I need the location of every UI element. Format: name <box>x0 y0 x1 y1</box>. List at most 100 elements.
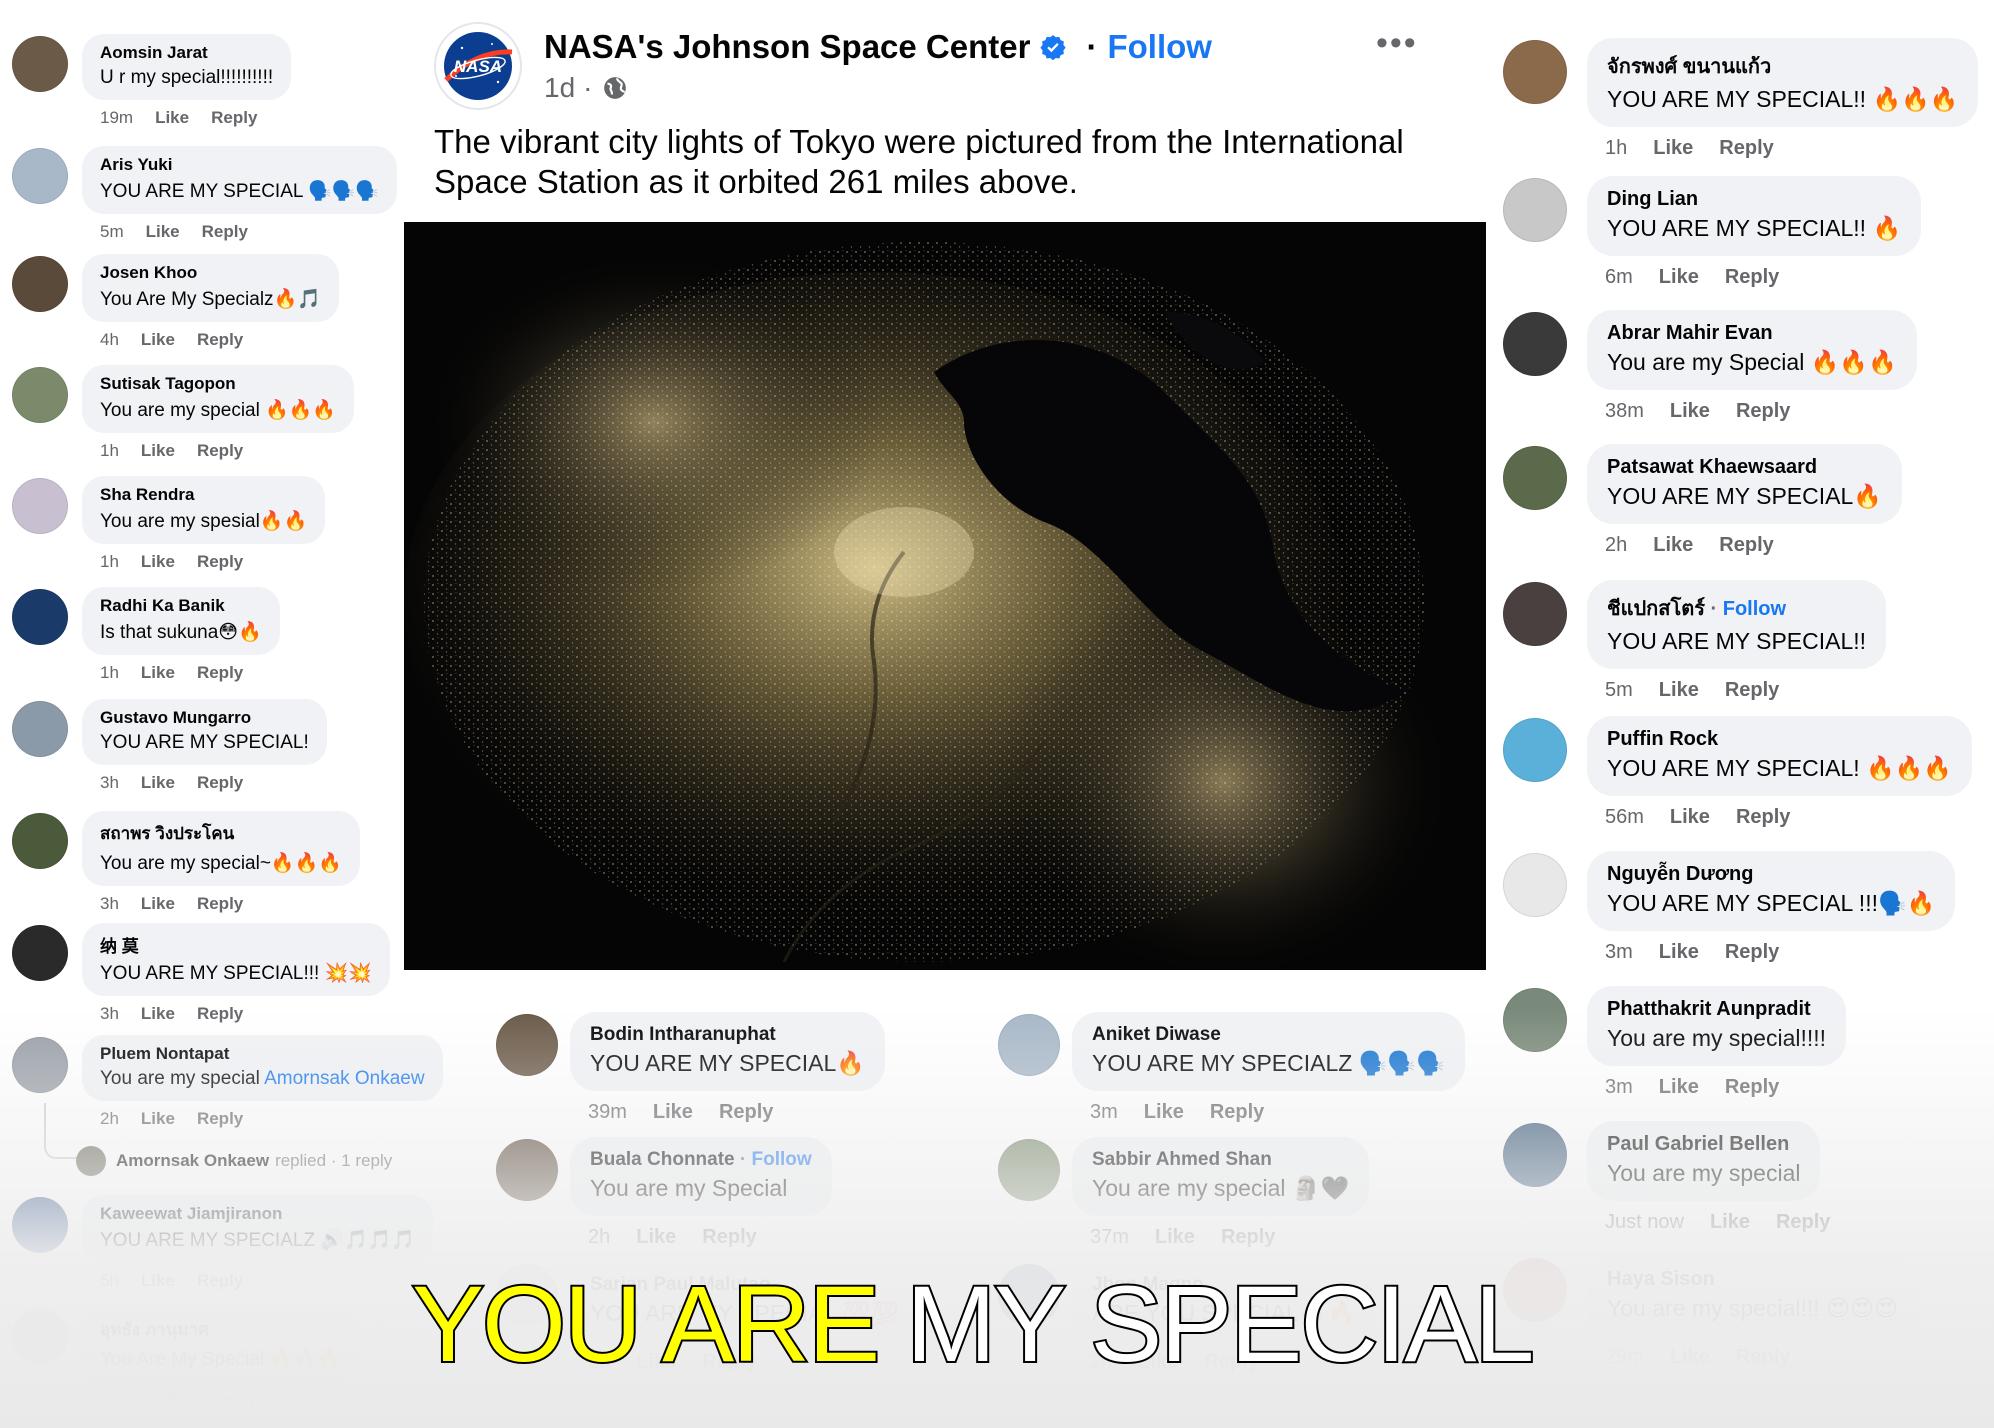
comment-author-name[interactable]: Gustavo Mungarro <box>100 708 251 727</box>
like-button[interactable]: Like <box>1653 137 1693 159</box>
comment-author[interactable]: Haya Sison <box>1607 1268 1898 1291</box>
comment-author-name[interactable]: 纳 莫 <box>100 937 139 956</box>
comment-time[interactable]: 37m <box>1090 1226 1129 1248</box>
reply-button[interactable]: Reply <box>202 222 248 241</box>
comment-time[interactable]: 3m <box>1605 941 1633 963</box>
comment-author-name[interactable]: Aomsin Jarat <box>100 43 208 62</box>
reply-button[interactable]: Reply <box>211 108 257 127</box>
avatar[interactable] <box>998 1014 1060 1076</box>
like-button[interactable]: Like <box>1710 1211 1750 1233</box>
comment-author[interactable]: Abrar Mahir Evan <box>1607 322 1897 345</box>
like-button[interactable]: Like <box>1670 400 1710 422</box>
more-options-button[interactable]: ••• <box>1376 24 1418 63</box>
reply-button[interactable]: Reply <box>1725 1076 1779 1098</box>
reply-button[interactable]: Reply <box>1719 137 1773 159</box>
reply-button[interactable]: Reply <box>1719 534 1773 556</box>
comment-author-name[interactable]: Pluem Nontapat <box>100 1044 229 1063</box>
like-button[interactable]: Like <box>141 1271 175 1290</box>
like-button[interactable]: Like <box>1670 806 1710 828</box>
comment-author[interactable]: Puffin Rock <box>1607 728 1952 751</box>
comment-author-name[interactable]: Nguyễn Dương <box>1607 863 1753 885</box>
comment-author[interactable]: 纳 莫 <box>100 932 372 957</box>
like-button[interactable]: Like <box>141 663 175 682</box>
avatar[interactable] <box>496 1014 558 1076</box>
like-button[interactable]: Like <box>1653 534 1693 556</box>
avatar[interactable] <box>12 367 68 423</box>
reply-button[interactable]: Reply <box>1725 941 1779 963</box>
like-button[interactable]: Like <box>653 1101 693 1123</box>
like-button[interactable]: Like <box>141 773 175 792</box>
comment-time[interactable]: 19m <box>100 108 133 127</box>
comment-author[interactable]: Ding Lian <box>1607 188 1901 211</box>
comment-author[interactable]: Pluem Nontapat <box>100 1044 425 1064</box>
like-button[interactable]: Like <box>155 108 189 127</box>
reply-button[interactable]: Reply <box>1736 806 1790 828</box>
comment-time[interactable]: 3m <box>1090 1101 1118 1123</box>
avatar[interactable] <box>1503 312 1567 376</box>
comment-author[interactable]: สถาพร วิงประโคน <box>100 820 342 847</box>
comment-author-name[interactable]: Abrar Mahir Evan <box>1607 322 1773 344</box>
reply-button[interactable]: Reply <box>1725 679 1779 701</box>
reply-button[interactable]: Reply <box>197 1109 243 1128</box>
follow-button[interactable]: Follow <box>1107 28 1211 66</box>
avatar[interactable] <box>12 813 68 869</box>
comment-author[interactable]: Gustavo Mungarro <box>100 708 309 728</box>
reply-button[interactable]: Reply <box>197 773 243 792</box>
comment-author[interactable]: อุทธัง ภานุมาศ <box>100 1316 340 1343</box>
comment-author-name[interactable]: Aris Yuki <box>100 155 172 174</box>
avatar[interactable] <box>1503 446 1567 510</box>
avatar[interactable] <box>12 256 68 312</box>
comment-author[interactable]: Phatthakrit Aunpradit <box>1607 998 1826 1021</box>
comment-time[interactable]: Just now <box>1605 1211 1684 1233</box>
comment-author[interactable]: Radhi Ka Banik <box>100 596 262 616</box>
reply-button[interactable]: Reply <box>1221 1226 1275 1248</box>
comment-time[interactable]: 2h <box>100 1109 119 1128</box>
comment-time[interactable]: 3h <box>100 1004 119 1023</box>
like-button[interactable]: Like <box>141 1004 175 1023</box>
like-button[interactable]: Like <box>1670 1346 1710 1368</box>
avatar[interactable] <box>1503 582 1567 646</box>
comment-author-name[interactable]: Bodin Intharanuphat <box>590 1024 776 1045</box>
follow-link[interactable]: Follow <box>752 1149 812 1170</box>
avatar[interactable] <box>12 1197 68 1253</box>
comment-author[interactable]: จักรพงศ์ ขนานแก้ว <box>1607 50 1958 82</box>
comment-author-name[interactable]: Patsawat Khaewsaard <box>1607 456 1817 478</box>
comment-time[interactable]: 39m <box>588 1101 627 1123</box>
reply-button[interactable]: Reply <box>197 663 243 682</box>
comment-author[interactable]: Sutisak Tagopon <box>100 374 336 394</box>
like-button[interactable]: Like <box>1659 1076 1699 1098</box>
avatar[interactable] <box>12 478 68 534</box>
comment-time[interactable]: 2h <box>1605 534 1627 556</box>
avatar[interactable] <box>12 925 68 981</box>
comment-author[interactable]: Nguyễn Dương <box>1607 863 1935 886</box>
comment-author[interactable]: Bodin Intharanuphat <box>590 1024 865 1046</box>
reply-button[interactable]: Reply <box>197 330 243 349</box>
comment-author-name[interactable]: Aniket Diwase <box>1092 1024 1221 1045</box>
avatar[interactable] <box>1503 988 1567 1052</box>
follow-link[interactable]: Follow <box>1723 598 1786 620</box>
reply-button[interactable]: Reply <box>702 1226 756 1248</box>
comment-author-name[interactable]: Kaweewat Jiamjiranon <box>100 1204 282 1223</box>
comment-author[interactable]: Sabbir Ahmed Shan <box>1092 1149 1349 1171</box>
comment-author[interactable]: Aris Yuki <box>100 155 379 175</box>
comment-time[interactable]: 2h <box>588 1226 610 1248</box>
comment-time[interactable]: 1h <box>100 441 119 460</box>
like-button[interactable]: Like <box>1659 679 1699 701</box>
avatar[interactable] <box>12 1309 68 1365</box>
like-button[interactable]: Like <box>1155 1226 1195 1248</box>
reply-button[interactable]: Reply <box>197 1271 243 1290</box>
tagged-user-link[interactable]: Amornsak Onkaew <box>264 1068 425 1089</box>
avatar[interactable] <box>998 1139 1060 1201</box>
comment-time[interactable]: 3h <box>100 773 119 792</box>
comment-time[interactable]: 29m <box>1605 1346 1644 1368</box>
avatar[interactable] <box>12 148 68 204</box>
comment-time[interactable]: 1h <box>1605 137 1627 159</box>
like-button[interactable]: Like <box>141 441 175 460</box>
avatar[interactable] <box>12 589 68 645</box>
comment-author[interactable]: Sha Rendra <box>100 485 307 505</box>
page-name[interactable]: NASA's Johnson Space Center <box>544 28 1030 66</box>
like-button[interactable]: Like <box>1144 1101 1184 1123</box>
comment-author[interactable]: ชีแปกสโตร์ · Follow <box>1607 592 1866 624</box>
comment-author[interactable]: Kaweewat Jiamjiranon <box>100 1204 415 1224</box>
comment-author-name[interactable]: อุทธัง ภานุมาศ <box>100 1320 209 1339</box>
